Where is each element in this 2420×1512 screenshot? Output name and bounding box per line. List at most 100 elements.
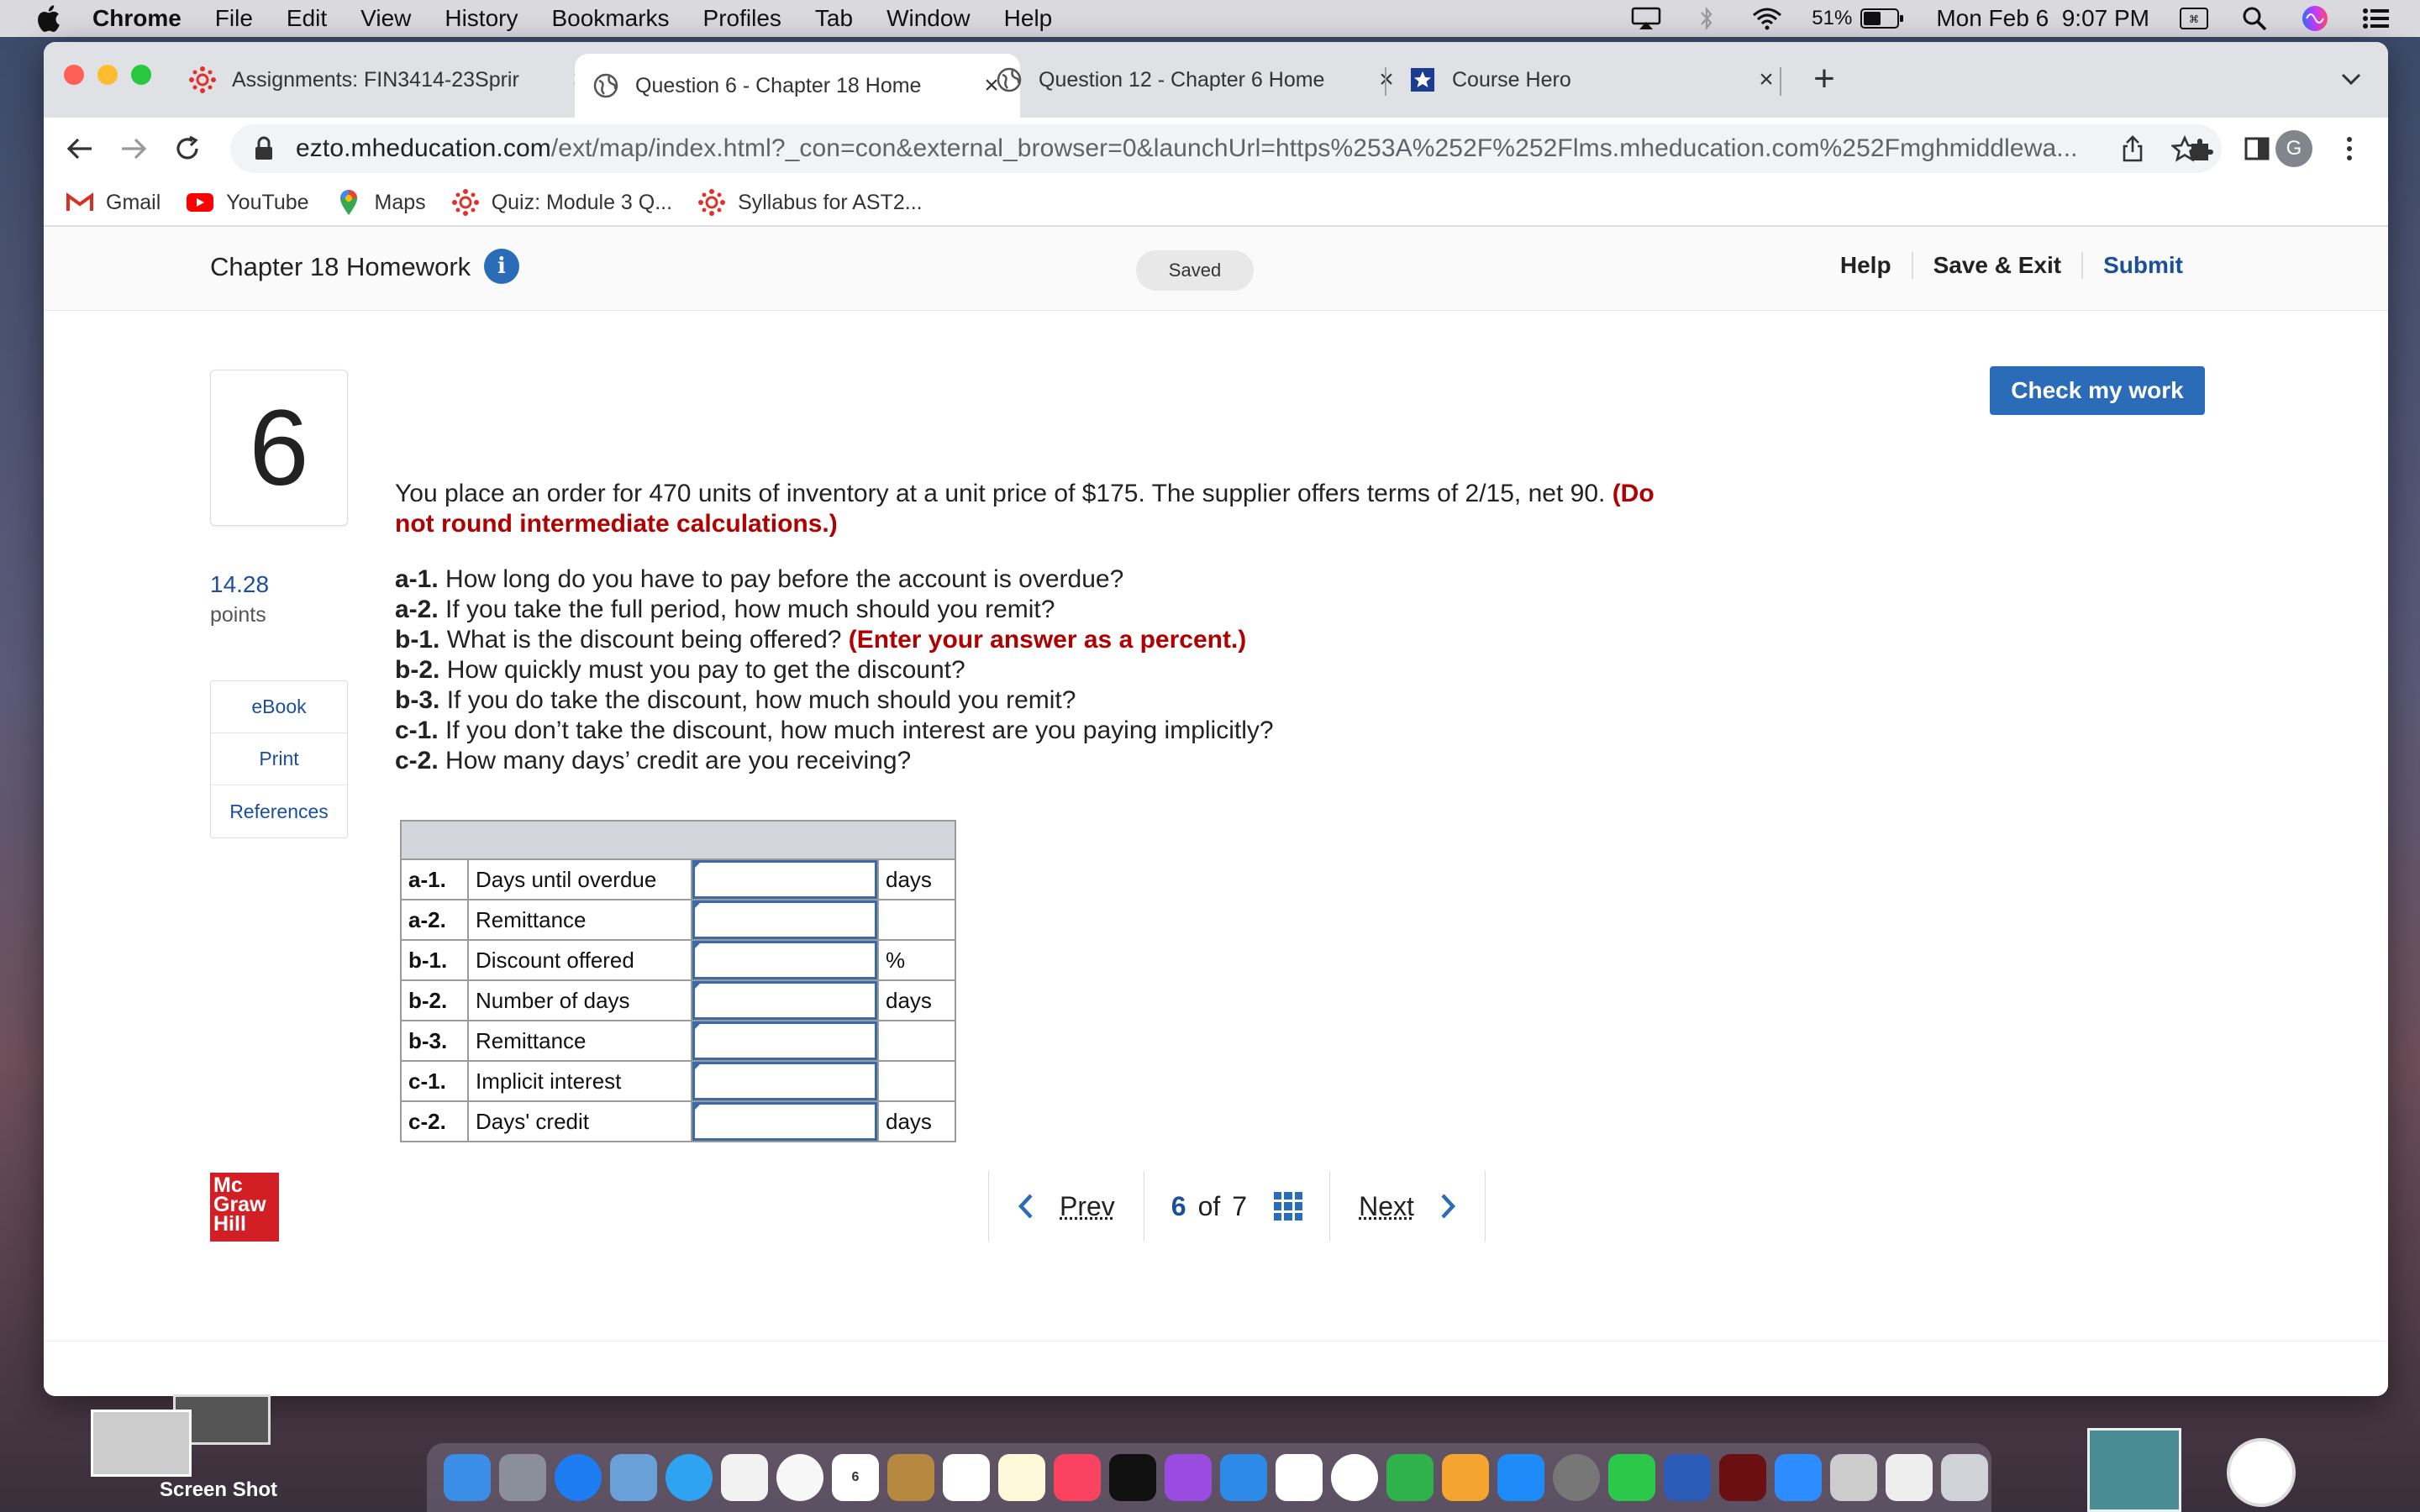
safari-icon[interactable] xyxy=(555,1454,602,1501)
forward-arrow-icon[interactable] xyxy=(113,128,155,170)
notes-icon[interactable] xyxy=(998,1454,1045,1501)
wifi-icon[interactable] xyxy=(1751,7,1783,30)
apple-icon[interactable] xyxy=(34,4,62,33)
preview-icon[interactable] xyxy=(610,1454,657,1501)
reminders-icon[interactable] xyxy=(943,1454,990,1501)
facetime-icon[interactable] xyxy=(1608,1454,1655,1501)
news-icon[interactable] xyxy=(1276,1454,1323,1501)
reload-icon[interactable] xyxy=(166,128,208,170)
address-bar[interactable]: ezto.mheducation.com/ext/map/index.html?… xyxy=(230,124,2222,173)
finder-icon[interactable] xyxy=(444,1454,491,1501)
menu-bookmarks[interactable]: Bookmarks xyxy=(551,5,669,32)
launchpad-icon[interactable] xyxy=(499,1454,546,1501)
lock-icon[interactable] xyxy=(254,136,277,161)
new-tab-button[interactable]: + xyxy=(1803,59,1845,101)
tab-question-6[interactable]: Question 6 - Chapter 18 Home × xyxy=(575,54,1020,118)
menu-window[interactable]: Window xyxy=(886,5,971,32)
answer-input-a2[interactable] xyxy=(692,900,877,939)
menu-view[interactable]: View xyxy=(360,5,411,32)
share-icon[interactable] xyxy=(2116,132,2149,165)
photos-icon[interactable] xyxy=(776,1454,823,1501)
answer-input-b1[interactable] xyxy=(692,941,877,979)
bookmark-maps[interactable]: Maps xyxy=(334,190,426,215)
answer-input-b3[interactable] xyxy=(692,1021,877,1060)
desktop-photo-thumbnail[interactable] xyxy=(2087,1428,2181,1512)
check-my-work-button[interactable]: Check my work xyxy=(1990,366,2205,415)
answer-input-c1[interactable] xyxy=(692,1062,877,1100)
assignment-header: Chapter 18 Homework i Saved Help Save & … xyxy=(44,227,2388,311)
system-preferences-icon[interactable] xyxy=(1553,1454,1600,1501)
close-window-button[interactable] xyxy=(64,65,84,85)
extensions-puzzle-icon[interactable] xyxy=(2183,130,2220,167)
menubar-datetime[interactable]: Mon Feb 6 9:07 PM xyxy=(1936,5,2149,32)
row-description: Remittance xyxy=(467,899,692,941)
row-description: Implicit interest xyxy=(467,1060,692,1102)
siri-icon[interactable] xyxy=(2299,6,2331,31)
more-menu-icon[interactable] xyxy=(2331,130,2368,167)
bookmark-gmail[interactable]: Gmail xyxy=(66,190,160,215)
tab-assignments[interactable]: Assignments: FIN3414-23Sprir × xyxy=(171,54,608,106)
tab-course-hero[interactable]: Course Hero × xyxy=(1392,54,1795,106)
control-center-icon[interactable] xyxy=(2360,7,2391,30)
bookmark-syllabus[interactable]: Syllabus for AST2... xyxy=(697,189,923,216)
prev-button[interactable]: Prev xyxy=(989,1191,1144,1222)
references-link[interactable]: References xyxy=(211,785,347,837)
tab-search-chevron-icon[interactable] xyxy=(2333,60,2370,97)
menu-profiles[interactable]: Profiles xyxy=(703,5,781,32)
menu-file[interactable]: File xyxy=(215,5,253,32)
messages-icon[interactable] xyxy=(666,1454,713,1501)
menu-edit[interactable]: Edit xyxy=(287,5,327,32)
info-icon[interactable]: i xyxy=(484,249,519,284)
bookmark-label: Quiz: Module 3 Q... xyxy=(491,190,673,214)
airplay-icon[interactable] xyxy=(1630,7,1662,30)
answer-input-b2[interactable] xyxy=(692,981,877,1020)
question-grid-icon[interactable] xyxy=(1274,1192,1303,1221)
maps-icon[interactable] xyxy=(721,1454,768,1501)
menu-help[interactable]: Help xyxy=(1004,5,1053,32)
pages-icon[interactable] xyxy=(1442,1454,1489,1501)
keynote-icon[interactable] xyxy=(1220,1454,1267,1501)
profile-avatar[interactable]: G xyxy=(2275,130,2312,167)
battery-icon[interactable] xyxy=(1860,8,1904,29)
document-icon[interactable] xyxy=(1886,1454,1933,1501)
chrome-icon[interactable] xyxy=(1331,1454,1378,1501)
minimize-window-button[interactable] xyxy=(97,65,118,85)
tab-question-12[interactable]: Question 12 - Chapter 6 Home × xyxy=(978,54,1415,106)
back-arrow-icon[interactable] xyxy=(59,128,101,170)
menu-history[interactable]: History xyxy=(445,5,518,32)
submit-link[interactable]: Submit xyxy=(2081,252,2203,279)
side-panel-icon[interactable] xyxy=(2238,130,2275,167)
next-button[interactable]: Next xyxy=(1330,1191,1485,1222)
bookmark-quiz[interactable]: Quiz: Module 3 Q... xyxy=(451,189,673,216)
help-link[interactable]: Help xyxy=(1820,252,1912,279)
trash-icon[interactable] xyxy=(1941,1454,1988,1501)
zoom-window-button[interactable] xyxy=(131,65,151,85)
answer-input-a1[interactable] xyxy=(692,860,877,899)
notes-brown-icon[interactable] xyxy=(887,1454,934,1501)
saved-status-badge: Saved xyxy=(1136,250,1254,291)
flash-icon[interactable] xyxy=(1719,1454,1766,1501)
keyboard-input-icon[interactable]: ⌘ xyxy=(2178,7,2210,30)
spotlight-search-icon[interactable] xyxy=(2238,7,2270,31)
answer-input-c2[interactable] xyxy=(692,1102,877,1141)
calendar-icon[interactable]: 6 xyxy=(832,1454,879,1501)
bluetooth-icon[interactable] xyxy=(1691,6,1723,31)
document-icon[interactable] xyxy=(1830,1454,1877,1501)
desktop-file-thumbnail[interactable] xyxy=(91,1410,192,1477)
music-icon[interactable] xyxy=(1054,1454,1101,1501)
numbers-icon[interactable] xyxy=(1386,1454,1434,1501)
word-icon[interactable] xyxy=(1664,1454,1711,1501)
bookmark-youtube[interactable]: YouTube xyxy=(186,190,309,215)
ebook-link[interactable]: eBook xyxy=(211,681,347,733)
app-store-icon[interactable] xyxy=(1497,1454,1544,1501)
close-tab-icon[interactable]: × xyxy=(1754,67,1778,92)
zoom-icon[interactable] xyxy=(1775,1454,1822,1501)
chevron-left-icon xyxy=(1018,1194,1033,1219)
safari-compass-icon[interactable] xyxy=(2227,1438,2296,1507)
apple-tv-icon[interactable] xyxy=(1109,1454,1156,1501)
save-exit-link[interactable]: Save & Exit xyxy=(1911,252,2082,279)
menu-app-chrome[interactable]: Chrome xyxy=(92,5,182,32)
print-link[interactable]: Print xyxy=(211,733,347,785)
podcasts-icon[interactable] xyxy=(1165,1454,1212,1501)
menu-tab[interactable]: Tab xyxy=(815,5,853,32)
